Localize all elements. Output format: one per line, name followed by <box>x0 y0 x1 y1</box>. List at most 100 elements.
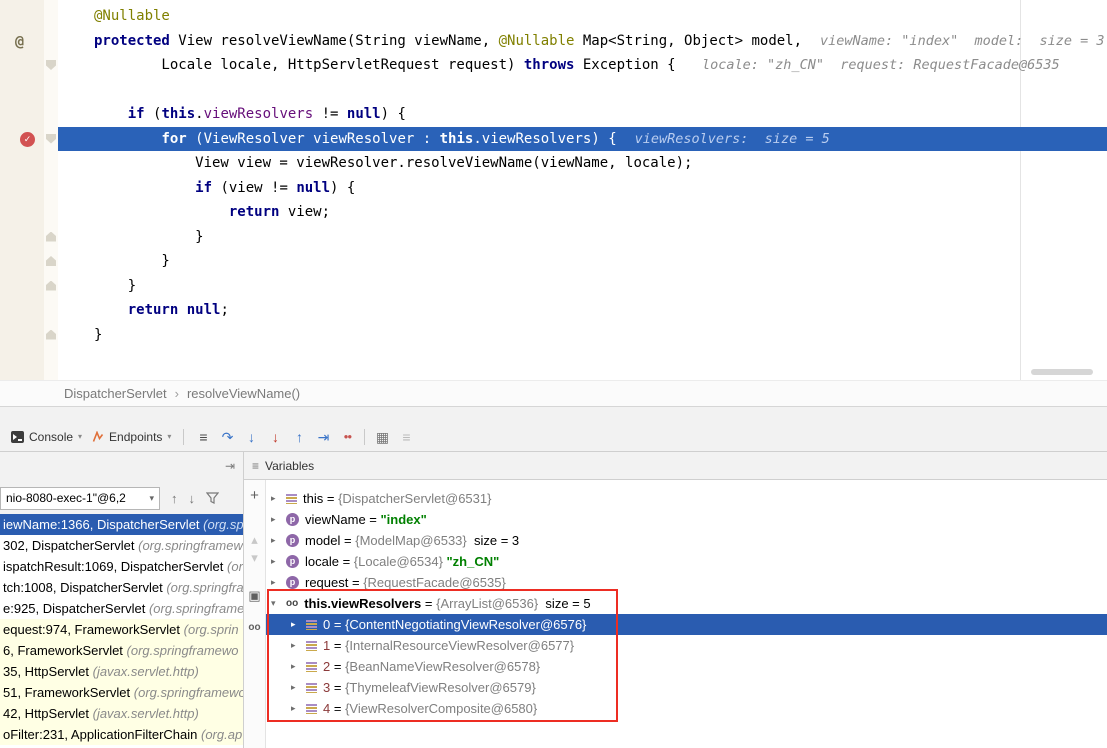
stack-frame[interactable]: 51, FrameworkServlet (org.springframewo <box>0 682 243 703</box>
variable-name: model <box>305 533 340 548</box>
layout-grid-icon[interactable]: ▦ <box>370 426 394 448</box>
toolbar-separator <box>183 429 184 445</box>
chevron-down-icon[interactable]: ▾ <box>78 432 82 441</box>
variable-row[interactable]: ▸4 = {ViewResolverComposite@6580} <box>266 698 1107 719</box>
breakpoint-icon[interactable]: ✓ <box>20 132 35 147</box>
parameter-icon: p <box>286 513 299 526</box>
horizontal-scrollbar[interactable] <box>1031 369 1093 375</box>
view-breakpoints-icon[interactable]: ●● <box>335 426 359 448</box>
stack-frame[interactable]: iewName:1366, DispatcherServlet (org.sp <box>0 514 243 535</box>
breadcrumb: DispatcherServlet › resolveViewName() <box>0 380 1107 406</box>
variable-name: this <box>303 491 323 506</box>
thread-dropdown-value: nio-8080-exec-1"@6,2 <box>6 491 126 505</box>
run-to-cursor-icon[interactable]: ⇥ <box>311 426 335 448</box>
chevron-right-icon[interactable]: ▸ <box>271 535 286 546</box>
frames-panel: ⇥ nio-8080-exec-1"@6,2 ▾ ↑ ↓ iewName:136… <box>0 452 244 748</box>
console-icon <box>11 431 24 443</box>
step-into-icon[interactable]: ↓ <box>239 426 263 448</box>
code-line: @Nullable <box>58 4 1107 29</box>
chevron-right-icon[interactable]: ▸ <box>291 661 306 672</box>
watches-icon[interactable]: oo <box>248 620 260 636</box>
variable-name: locale <box>305 554 339 569</box>
code-line: return null; <box>58 298 1107 323</box>
variable-row[interactable]: ▸3 = {ThymeleafViewResolver@6579} <box>266 677 1107 698</box>
step-out-icon[interactable]: ↑ <box>287 426 311 448</box>
menu-icon[interactable]: ≡ <box>191 426 215 448</box>
stack-frame[interactable]: 6, FrameworkServlet (org.springframewo <box>0 640 243 661</box>
force-step-into-icon[interactable]: ↓ <box>263 426 287 448</box>
variable-row[interactable]: ▸plocale = {Locale@6534} "zh_CN" <box>266 551 1107 572</box>
variable-row[interactable]: ▸1 = {InternalResourceViewResolver@6577} <box>266 635 1107 656</box>
variable-row[interactable]: ▸2 = {BeanNameViewResolver@6578} <box>266 656 1107 677</box>
stack-frame[interactable]: 42, HttpServlet (javax.servlet.http) <box>0 703 243 724</box>
code-line: } <box>58 249 1107 274</box>
variables-tree: ▸this = {DispatcherServlet@6531}▸pviewNa… <box>266 480 1107 748</box>
chevron-down-icon[interactable]: ▾ <box>167 432 171 441</box>
variable-name: 0 <box>323 617 330 632</box>
tab-console[interactable]: Console ▾ <box>6 422 87 451</box>
variable-name: this.viewResolvers <box>304 596 421 611</box>
value-icon <box>306 683 317 693</box>
tab-endpoints[interactable]: Endpoints ▾ <box>87 422 176 451</box>
chevron-right-icon[interactable]: ▸ <box>291 703 306 714</box>
code-area: @Nullableprotected View resolveViewName(… <box>58 0 1107 380</box>
chevron-right-icon[interactable]: ▸ <box>271 556 286 567</box>
variable-name: 4 <box>323 701 330 716</box>
variable-name: 2 <box>323 659 330 674</box>
stack-frame[interactable]: equest:974, FrameworkServlet (org.sprin <box>0 619 243 640</box>
breadcrumb-item[interactable]: resolveViewName() <box>187 386 300 401</box>
stack-frame[interactable]: ispatchResult:1069, DispatcherServlet (o… <box>0 556 243 577</box>
thread-selector-row: nio-8080-exec-1"@6,2 ▾ ↑ ↓ <box>0 482 243 514</box>
execution-line: for (ViewResolver viewResolver : this.vi… <box>58 127 1107 152</box>
next-frame-icon[interactable]: ↓ <box>189 491 196 506</box>
variable-name: viewName <box>305 512 366 527</box>
inline-debugger-hint: locale: "zh_CN" request: RequestFacade@6… <box>702 57 1060 73</box>
value-icon <box>306 641 317 651</box>
variable-size: size = 5 <box>538 596 590 611</box>
variable-row[interactable]: ▸prequest = {RequestFacade@6535} <box>266 572 1107 593</box>
debug-window-header <box>0 406 1107 422</box>
variable-row[interactable]: ▾oothis.viewResolvers = {ArrayList@6536}… <box>266 593 1107 614</box>
value-icon <box>306 704 317 714</box>
variable-string-value: "zh_CN" <box>443 554 499 569</box>
tab-label: Console <box>29 430 73 444</box>
thread-dropdown[interactable]: nio-8080-exec-1"@6,2 ▾ <box>0 487 160 510</box>
breadcrumb-item[interactable]: DispatcherServlet <box>64 386 167 401</box>
variable-row[interactable]: ▸0 = {ContentNegotiatingViewResolver@657… <box>266 614 1107 635</box>
variables-menu-icon[interactable]: ≡ <box>252 459 259 473</box>
code-line <box>58 78 1107 103</box>
variable-value: {BeanNameViewResolver@6578} <box>345 659 540 674</box>
variable-value: {ArrayList@6536} <box>436 596 538 611</box>
more-lines-icon[interactable]: ≡ <box>394 426 418 448</box>
chevron-right-icon[interactable]: ▸ <box>291 640 306 651</box>
variable-value: {InternalResourceViewResolver@6577} <box>345 638 574 653</box>
stack-frame[interactable]: 35, HttpServlet (javax.servlet.http) <box>0 661 243 682</box>
variable-row[interactable]: ▸this = {DispatcherServlet@6531} <box>266 488 1107 509</box>
code-line: Locale locale, HttpServletRequest reques… <box>58 53 1107 78</box>
tab-label: Endpoints <box>109 430 162 444</box>
variable-row[interactable]: ▸pviewName = "index" <box>266 509 1107 530</box>
filter-icon[interactable] <box>206 492 219 504</box>
chevron-down-icon[interactable]: ▾ <box>271 598 286 609</box>
stack-frame[interactable]: tch:1008, DispatcherServlet (org.springf… <box>0 577 243 598</box>
stack-frame[interactable]: 302, DispatcherServlet (org.springframew <box>0 535 243 556</box>
step-over-icon[interactable]: ↷ <box>215 426 239 448</box>
chevron-right-icon[interactable]: ▸ <box>271 493 286 504</box>
chevron-right-icon[interactable]: ▸ <box>291 619 306 630</box>
stack-frame[interactable]: oFilter:231, ApplicationFilterChain (org… <box>0 724 243 745</box>
code-line: } <box>58 274 1107 299</box>
copy-icon[interactable]: ▣ <box>248 588 260 604</box>
watch-icon: oo <box>286 599 298 609</box>
chevron-right-icon[interactable]: ▸ <box>291 682 306 693</box>
value-icon <box>306 620 317 630</box>
variable-row[interactable]: ▸pmodel = {ModelMap@6533} size = 3 <box>266 530 1107 551</box>
chevron-right-icon[interactable]: ▸ <box>271 577 286 588</box>
chevron-right-icon[interactable]: ▸ <box>271 514 286 525</box>
breadcrumb-separator: › <box>175 386 179 401</box>
code-line: if (view != null) { <box>58 176 1107 201</box>
variable-name: 3 <box>323 680 330 695</box>
add-watch-icon[interactable]: + <box>250 488 259 504</box>
pin-icon[interactable]: ⇥ <box>225 459 235 473</box>
stack-frame[interactable]: e:925, DispatcherServlet (org.springfram… <box>0 598 243 619</box>
previous-frame-icon[interactable]: ↑ <box>171 491 178 506</box>
